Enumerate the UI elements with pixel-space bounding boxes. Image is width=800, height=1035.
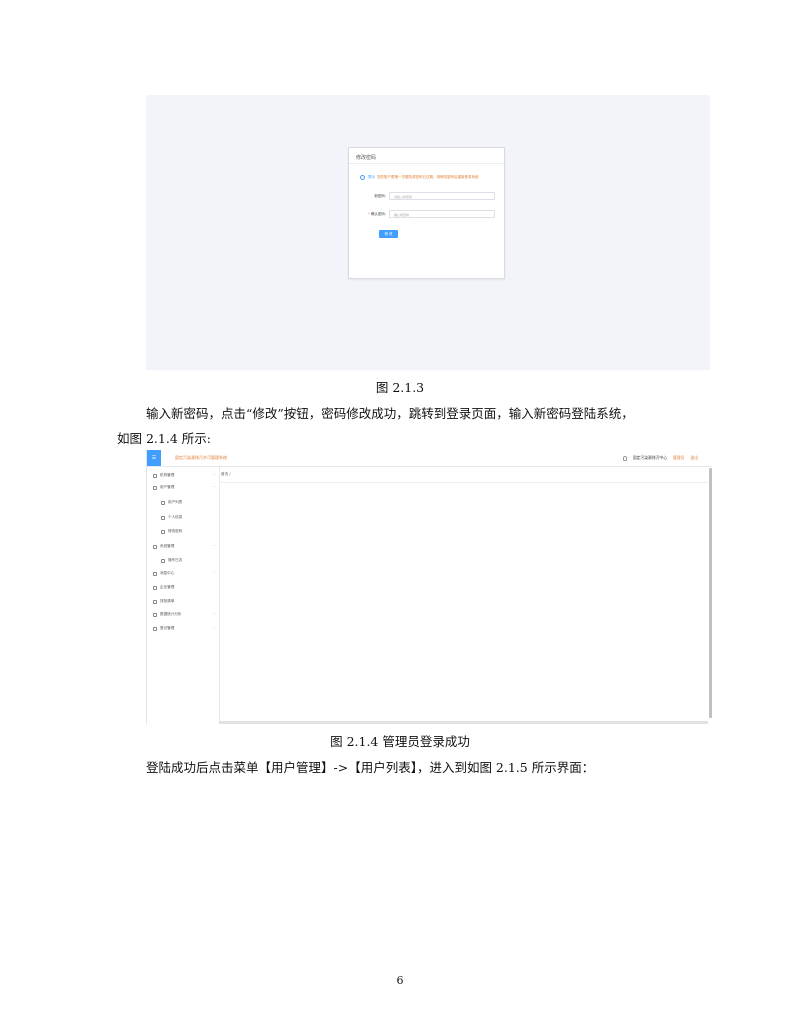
sidebar-item[interactable]: 登记管理 ˅ (153, 626, 215, 631)
confirm-password-row: *确认密码: 确认新密码 (349, 210, 504, 220)
chevron-icon: ˄ (213, 544, 215, 549)
chevron-icon: ˄ (213, 485, 215, 490)
sidebar-item[interactable]: 用户管理 ˄ (153, 485, 215, 490)
chevron-icon: ˅ (213, 473, 215, 478)
notice-text: 您的账户是第一次登陆或密码已过期，请修改密码后重新登录系统 (377, 175, 479, 179)
sidebar-item[interactable]: 修改密码 (161, 529, 215, 534)
menu-icon (153, 626, 157, 631)
sidebar-item-label: 修改密码 (168, 529, 183, 533)
sidebar-item-label: 系统管理 (160, 544, 175, 548)
menu-icon (161, 515, 165, 520)
menu-icon (153, 485, 157, 490)
horizontal-scrollbar[interactable] (219, 721, 708, 724)
menu-toggle-icon[interactable]: ☰ (147, 450, 161, 466)
sidebar-item-label: 数据统计分析 (160, 612, 182, 616)
sidebar-item-label: 登记管理 (160, 626, 175, 630)
breadcrumb: 首页 / (221, 472, 231, 476)
required-asterisk: * (368, 212, 370, 216)
sidebar-item[interactable]: 排放清单 (153, 599, 215, 604)
screenshot-admin-home: ☰ 固定污染源排污许可管理系统 固定污染源排污中心 管理员 退出 机构管理 ˅ 用户… (146, 450, 712, 724)
sidebar-item[interactable]: 消息中心 ˅ (153, 571, 215, 576)
chevron-icon: ˅ (213, 612, 215, 617)
change-password-dialog: 修改密码 提示 您的账户是第一次登陆或密码已过期，请修改密码后重新登录系统 新密… (348, 147, 505, 279)
sidebar-item[interactable]: 用户列表 (161, 500, 215, 505)
sidebar-item-label: 个人信息 (168, 515, 183, 519)
dialog-divider (349, 163, 504, 164)
logout-link[interactable]: 退出 (690, 455, 698, 461)
vertical-scrollbar[interactable] (709, 468, 712, 718)
menu-icon (153, 585, 157, 590)
sidebar-item-label: 企业管理 (160, 585, 175, 589)
menu-icon (161, 529, 165, 534)
sidebar-item-label: 消息中心 (160, 571, 175, 575)
user-icon (622, 455, 627, 461)
new-password-input[interactable]: 请输入新密码 (389, 192, 495, 200)
page-number: 6 (396, 974, 404, 987)
new-password-label: 新密码: (374, 194, 386, 198)
sidebar-item-label: 用户管理 (160, 485, 175, 489)
menu-icon (153, 571, 157, 576)
sidebar-item[interactable]: 企业管理 (153, 585, 215, 590)
sidebar-item[interactable]: 系统管理 ˄ (153, 544, 215, 549)
content-divider (219, 482, 708, 483)
confirm-password-label: *确认密码: (368, 212, 386, 216)
menu-icon (161, 500, 165, 505)
password-notice: 提示 您的账户是第一次登陆或密码已过期，请修改密码后重新登录系统 (360, 175, 500, 180)
sidebar-item-label: 机构管理 (160, 473, 175, 477)
info-icon (360, 175, 365, 180)
sidebar-item[interactable]: 机构管理 ˅ (153, 473, 215, 478)
notice-label: 提示 (368, 175, 375, 179)
confirm-password-input[interactable]: 确认新密码 (389, 210, 495, 218)
sidebar: 机构管理 ˅ 用户管理 ˄ 用户列表个人信息修改密码系统管理 ˄ 操作日志消息中心 ˅ 企业管理… (147, 467, 220, 724)
sidebar-item[interactable]: 数据统计分析 ˅ (153, 612, 215, 617)
paragraph-1-line-2: 如图 2.1.4 所示: (117, 431, 211, 446)
sidebar-item[interactable]: 个人信息 (161, 515, 215, 520)
menu-icon (153, 473, 157, 478)
top-bar: ☰ 固定污染源排污许可管理系统 固定污染源排污中心 管理员 退出 (147, 450, 712, 467)
sidebar-item[interactable]: 操作日志 (161, 558, 215, 563)
dialog-title: 修改密码 (356, 155, 377, 161)
sidebar-item-label: 操作日志 (168, 558, 183, 562)
user-area: 固定污染源排污中心 管理员 退出 (622, 455, 698, 461)
menu-icon (153, 612, 157, 617)
chevron-icon: ˅ (213, 626, 215, 631)
sidebar-item-label: 用户列表 (168, 500, 183, 504)
sidebar-item-label: 排放清单 (160, 599, 175, 603)
org-name: 固定污染源排污中心 (632, 455, 668, 460)
paragraph-1-line-1: 输入新密码，点击“修改”按钮，密码修改成功，跳转到登录页面，输入新密码登陆系统， (146, 406, 634, 421)
menu-icon (161, 558, 165, 563)
modify-button[interactable]: 修 改 (379, 230, 398, 238)
system-title: 固定污染源排污许可管理系统 (175, 455, 227, 460)
paragraph-2: 登陆成功后点击菜单【用户管理】->【用户列表】，进入到如图 2.1.5 所示界面… (146, 760, 595, 775)
new-password-row: 新密码: 请输入新密码 (349, 192, 504, 202)
caption-figure-2-1-3: 图 2.1.3 (375, 380, 425, 395)
caption-figure-2-1-4: 图 2.1.4 管理员登录成功 (330, 734, 470, 749)
admin-link[interactable]: 管理员 (673, 455, 684, 461)
chevron-icon: ˅ (213, 571, 215, 576)
menu-icon (153, 599, 157, 604)
menu-icon (153, 544, 157, 549)
